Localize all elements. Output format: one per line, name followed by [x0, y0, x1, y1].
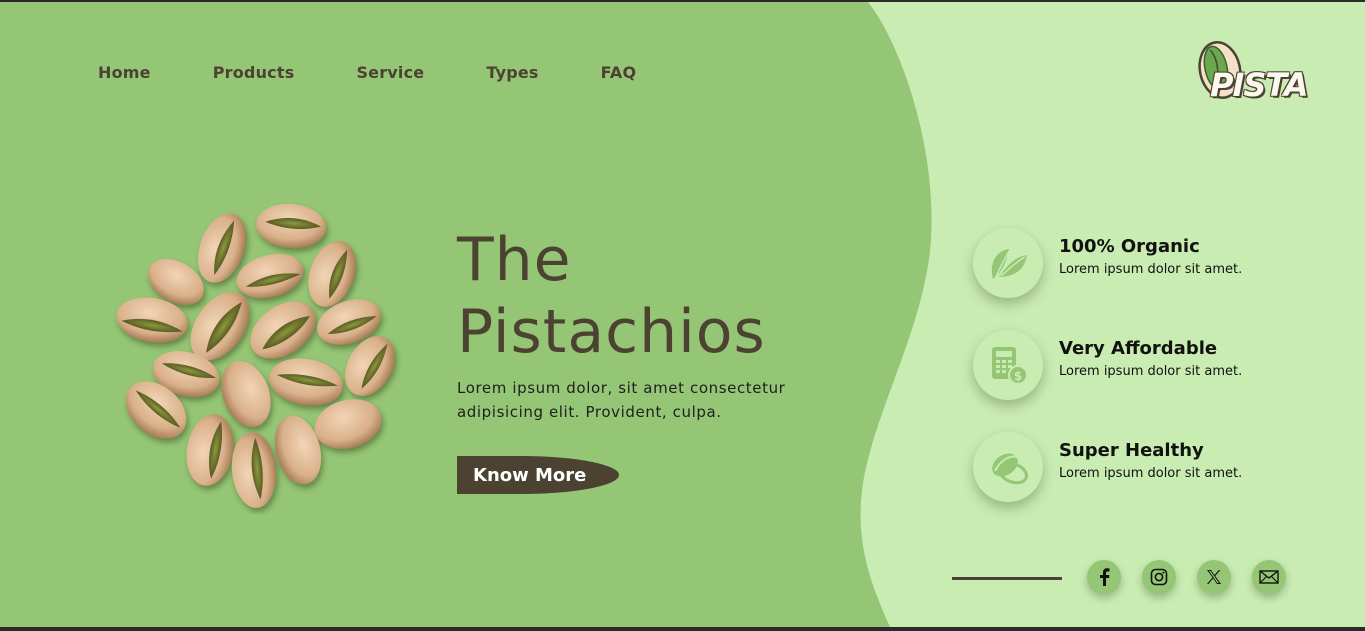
- svg-text:$: $: [1014, 369, 1022, 383]
- logo-text: PISTA: [1210, 66, 1309, 104]
- feature-affordable: $ Very Affordable Lorem ipsum dolor sit …: [973, 330, 1293, 404]
- feature-organic: 100% Organic Lorem ipsum dolor sit amet.: [973, 228, 1293, 302]
- nav-service[interactable]: Service: [356, 63, 424, 82]
- feature-description: Lorem ipsum dolor sit amet.: [1059, 262, 1243, 277]
- nav-faq[interactable]: FAQ: [601, 63, 637, 82]
- feature-healthy: Super Healthy Lorem ipsum dolor sit amet…: [973, 432, 1293, 506]
- feature-title: 100% Organic: [1059, 236, 1200, 257]
- hero-description: Lorem ipsum dolor, sit amet consectetur …: [457, 379, 786, 421]
- social-divider: [952, 577, 1062, 580]
- nav-products[interactable]: Products: [213, 63, 295, 82]
- nav-home[interactable]: Home: [98, 63, 151, 82]
- pistachios-image: [116, 203, 395, 508]
- nav-types[interactable]: Types: [486, 63, 538, 82]
- facebook-link[interactable]: [1087, 560, 1121, 594]
- feature-title: Very Affordable: [1059, 338, 1218, 359]
- pistachio-icon: [973, 432, 1043, 502]
- calculator-money-icon: $: [973, 330, 1043, 400]
- x-link[interactable]: [1197, 560, 1231, 594]
- hero-title-line1: The: [457, 225, 572, 295]
- instagram-icon: [1150, 568, 1168, 586]
- feature-description: Lorem ipsum dolor sit amet.: [1059, 364, 1243, 379]
- instagram-link[interactable]: [1142, 560, 1176, 594]
- landing-page: Home Products Service Types FAQ PISTA Th…: [0, 2, 1365, 627]
- facebook-icon: [1100, 568, 1110, 586]
- mail-link[interactable]: [1252, 560, 1286, 594]
- main-nav: Home Products Service Types FAQ: [98, 63, 698, 82]
- feature-title: Super Healthy: [1059, 440, 1204, 461]
- mail-icon: [1259, 570, 1279, 584]
- feature-description: Lorem ipsum dolor sit amet.: [1059, 466, 1243, 481]
- hero-title-line2: Pistachios: [457, 297, 766, 367]
- hero-title: The Pistachios: [457, 224, 766, 368]
- brand-logo[interactable]: PISTA: [1196, 38, 1309, 108]
- window-bottom-border: [0, 627, 1365, 631]
- x-icon: [1207, 570, 1221, 584]
- leaf-icon: [973, 228, 1043, 298]
